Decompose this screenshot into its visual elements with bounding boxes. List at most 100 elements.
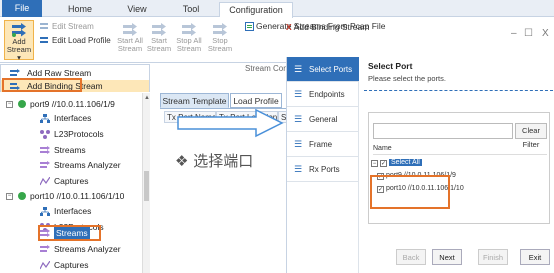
tab-tool[interactable]: Tool xyxy=(166,2,216,17)
wizard-content: Select Port Please select the ports. Cle… xyxy=(360,57,554,273)
stop-stream-button[interactable]: Stop Stream xyxy=(207,23,233,53)
tab-view[interactable]: View xyxy=(110,2,164,17)
captures-icon xyxy=(40,177,50,186)
start-all-stream-button[interactable]: Start All Stream xyxy=(116,23,144,53)
close-icon[interactable]: X xyxy=(542,28,549,39)
interfaces-label: Interfaces xyxy=(54,206,92,216)
select-port-heading: Select Port xyxy=(368,61,413,71)
port9-label: port9 //10.0.11.106/1/9 xyxy=(30,99,115,109)
captures-label: Captures xyxy=(54,176,89,186)
streams-analyzer-label: Streams Analyzer xyxy=(54,244,121,254)
start-icon xyxy=(152,23,166,36)
tab-home[interactable]: Home xyxy=(52,2,108,17)
step-label: Frame xyxy=(309,140,333,149)
interfaces-icon xyxy=(40,207,50,216)
load-profile-icon xyxy=(40,37,48,43)
step-icon: ☰ xyxy=(294,164,303,174)
add-stream-label-2: Stream ▾ xyxy=(6,45,32,62)
highlight-add-binding xyxy=(2,78,82,92)
streams-icon xyxy=(40,146,50,154)
stop-icon xyxy=(213,23,227,36)
divider xyxy=(364,90,553,91)
start-all-label-2: Stream xyxy=(117,44,143,53)
select-port-caption: ❖ 选择端口 xyxy=(175,152,254,170)
interfaces-label: Interfaces xyxy=(54,113,92,123)
add-raw-stream-label: Add Raw Stream xyxy=(27,68,92,78)
wizard-step-general[interactable]: ☰ General xyxy=(287,107,359,132)
minimize-icon[interactable]: – xyxy=(511,28,517,39)
streams-analyzer-label: Streams Analyzer xyxy=(54,160,121,170)
select-all-checkbox[interactable]: ✓ xyxy=(380,160,387,167)
expand-icon[interactable]: − xyxy=(371,160,378,167)
wizard-nav: ☰ Select Ports ☰ Endpoints ☰ General ☰ Frame… xyxy=(287,57,359,273)
select-all-label: Select All xyxy=(389,159,422,166)
step-icon: ☰ xyxy=(294,89,303,99)
tab-stream-template[interactable]: Stream Template xyxy=(160,93,229,108)
analyzer-icon xyxy=(40,245,50,252)
step-label: Endpoints xyxy=(309,90,345,99)
port10-label: port10 //10.0.11.106/1/10 xyxy=(30,191,125,201)
wizard-step-frame[interactable]: ☰ Frame xyxy=(287,132,359,157)
wizard-title-text: Add Binding Stream xyxy=(293,22,370,32)
tab-configuration[interactable]: Configuration xyxy=(219,2,293,18)
collapse-icon[interactable]: − xyxy=(6,101,13,108)
edit-load-profile-label: Edit Load Profile xyxy=(52,36,111,45)
highlight-streams xyxy=(38,225,101,241)
exit-button[interactable]: Exit xyxy=(520,249,550,265)
wizard-step-endpoints[interactable]: ☰ Endpoints xyxy=(287,82,359,107)
select-port-subheading: Please select the ports. xyxy=(368,74,446,83)
edit-stream-button[interactable]: Edit Stream xyxy=(40,21,94,33)
clear-filter-button[interactable]: Clear Filter xyxy=(515,123,547,149)
wizard-title: X Add Binding Stream xyxy=(286,22,369,32)
port-status-icon xyxy=(18,100,26,108)
port-tree: − port9 //10.0.11.106/1/9 Interfaces L23… xyxy=(0,93,150,273)
edit-stream-icon xyxy=(40,23,48,29)
step-icon: ☰ xyxy=(294,64,303,74)
analyzer-icon xyxy=(40,161,50,168)
wizard-app-icon: X xyxy=(286,22,292,32)
streams-label: Streams xyxy=(54,145,86,155)
stop-label-2: Stream xyxy=(207,44,233,53)
wizard-step-select-ports[interactable]: ☰ Select Ports xyxy=(287,57,359,82)
start-label-2: Stream xyxy=(146,44,172,53)
captures-icon xyxy=(40,261,50,270)
stop-all-stream-button[interactable]: Stop All Stream xyxy=(174,23,204,53)
highlight-ports xyxy=(370,175,450,209)
interfaces-icon xyxy=(40,114,50,123)
pcap-file-icon xyxy=(245,22,254,31)
tab-load-profile[interactable]: Load Profile xyxy=(230,93,282,108)
stop-all-icon xyxy=(182,23,196,36)
scroll-thumb[interactable] xyxy=(144,171,149,201)
start-stream-button[interactable]: Start Stream xyxy=(146,23,172,53)
back-button[interactable]: Back xyxy=(396,249,426,265)
add-stream-button[interactable]: Add Stream ▾ xyxy=(4,20,34,62)
name-column-header: Name xyxy=(373,145,547,155)
collapse-icon[interactable]: − xyxy=(6,193,13,200)
next-button[interactable]: Next xyxy=(432,249,462,265)
step-label: Rx Ports xyxy=(309,165,340,174)
l23protocols-label: L23Protocols xyxy=(54,129,104,139)
step-icon: ☰ xyxy=(294,114,303,124)
port-status-icon xyxy=(18,192,26,200)
finish-button[interactable]: Finish xyxy=(478,249,508,265)
ribbon-panel: Add Stream ▾ Edit Stream Edit Load Profi… xyxy=(0,17,385,73)
maximize-icon[interactable]: ☐ xyxy=(524,28,533,39)
step-icon: ☰ xyxy=(294,139,303,149)
raw-stream-icon xyxy=(10,69,20,76)
tab-file[interactable]: File xyxy=(2,0,42,17)
captures-label: Captures xyxy=(54,260,89,270)
wizard-step-rx-ports[interactable]: ☰ Rx Ports xyxy=(287,157,359,182)
protocols-icon xyxy=(40,130,50,139)
edit-load-profile-button[interactable]: Edit Load Profile xyxy=(40,35,111,47)
add-stream-icon xyxy=(12,23,26,37)
select-all-row[interactable]: − ✓ Select All xyxy=(371,157,422,168)
edit-stream-label: Edit Stream xyxy=(52,22,94,31)
tree-scrollbar[interactable]: ▲ xyxy=(142,93,150,273)
scroll-up-icon[interactable]: ▲ xyxy=(144,95,150,101)
stop-all-label-2: Stream xyxy=(176,44,202,53)
add-binding-stream-wizard: ☰ Select Ports ☰ Endpoints ☰ General ☰ Frame… xyxy=(286,57,554,273)
step-label: General xyxy=(309,115,338,124)
ribbon-group-label: Stream Con xyxy=(245,64,288,73)
arrow-right-icon xyxy=(177,108,284,138)
filter-input[interactable] xyxy=(373,123,513,139)
